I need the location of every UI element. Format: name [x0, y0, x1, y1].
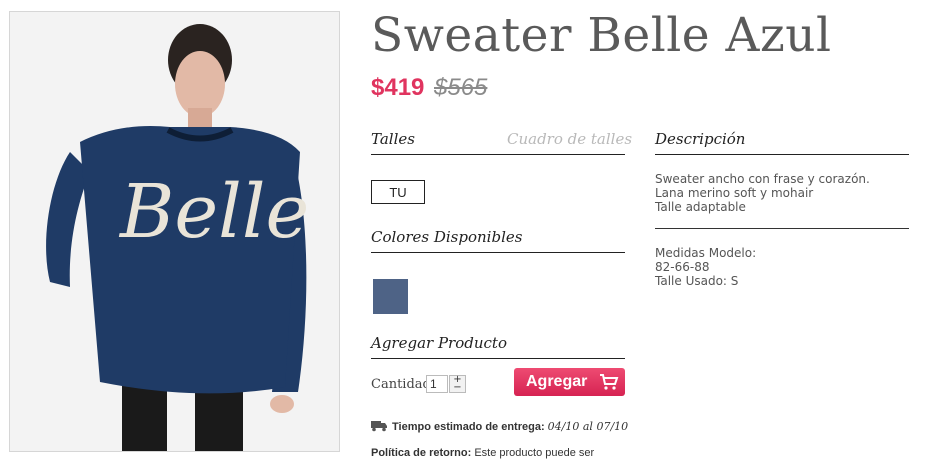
- description-line: Sweater ancho con frase y corazón.: [655, 172, 870, 186]
- add-heading: Agregar Producto: [371, 334, 507, 352]
- truck-icon: [371, 421, 387, 432]
- quantity-input[interactable]: 1: [426, 375, 448, 393]
- quantity-label: Cantidad: [371, 377, 431, 392]
- decrement-icon[interactable]: −: [450, 383, 465, 393]
- delivery-estimate: Tiempo estimado de entrega: 04/10 al 07/…: [392, 420, 628, 433]
- sizes-heading: Talles: [371, 130, 415, 148]
- add-divider: [371, 358, 625, 359]
- model-line: 82-66-88: [655, 260, 710, 274]
- add-to-cart-button[interactable]: Agregar: [514, 368, 625, 396]
- product-page: Belle Sweater Belle Azul $419 $565 Talle…: [0, 0, 930, 461]
- model-measurements: Medidas Modelo: 82-66-88 Talle Usado: S: [655, 246, 756, 288]
- description-divider: [655, 154, 909, 155]
- description-heading: Descripción: [655, 130, 746, 148]
- cart-icon: [600, 374, 619, 390]
- sweater-lettering: Belle: [118, 169, 309, 255]
- description-line: Lana merino soft y mohair: [655, 186, 814, 200]
- size-option-tu[interactable]: TU: [371, 180, 425, 204]
- product-title: Sweater Belle Azul: [371, 8, 832, 63]
- colors-heading: Colores Disponibles: [371, 228, 523, 246]
- return-policy: Política de retorno: Este producto puede…: [371, 447, 594, 459]
- description-text: Sweater ancho con frase y corazón. Lana …: [655, 172, 870, 214]
- size-chart-link[interactable]: Cuadro de talles: [507, 130, 632, 148]
- color-swatch-blue[interactable]: [373, 279, 408, 314]
- description-separator: [655, 228, 909, 229]
- add-button-label: Agregar: [526, 373, 588, 390]
- colors-divider: [371, 252, 625, 253]
- product-image: Belle: [10, 12, 339, 451]
- product-price: $419: [371, 74, 425, 101]
- return-policy-text: Este producto puede ser: [474, 447, 595, 459]
- model-line: Medidas Modelo:: [655, 246, 757, 260]
- product-old-price: $565: [434, 74, 488, 101]
- quantity-stepper[interactable]: + −: [449, 375, 466, 393]
- sizes-divider: [371, 154, 625, 155]
- delivery-label: Tiempo estimado de entrega:: [392, 421, 545, 433]
- return-policy-label: Política de retorno:: [371, 447, 472, 459]
- product-photo[interactable]: Belle: [9, 11, 340, 452]
- description-line: Talle adaptable: [655, 200, 746, 214]
- model-line: Talle Usado: S: [655, 274, 739, 288]
- delivery-dates: 04/10 al 07/10: [547, 420, 629, 433]
